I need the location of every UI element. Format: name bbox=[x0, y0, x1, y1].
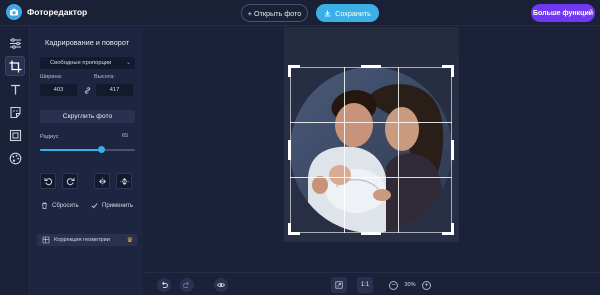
open-photo-button[interactable]: + Открыть фото bbox=[241, 4, 308, 22]
crown-icon: ♛ bbox=[126, 237, 133, 244]
tool-rail bbox=[0, 27, 30, 295]
width-label: Ширина: bbox=[40, 74, 63, 80]
rail-item-text[interactable] bbox=[5, 79, 25, 99]
rail-item-frame[interactable] bbox=[5, 125, 25, 145]
save-button[interactable]: Сохранить bbox=[316, 4, 379, 22]
camera-icon bbox=[6, 4, 22, 20]
width-input[interactable]: 403 bbox=[40, 84, 77, 96]
flip-horizontal-button[interactable] bbox=[94, 173, 110, 189]
apply-label: Применить bbox=[102, 202, 134, 209]
crop-frame bbox=[290, 67, 452, 233]
crop-handle-top[interactable] bbox=[361, 65, 381, 68]
radius-value: 65 bbox=[122, 133, 129, 139]
zoom-in-button[interactable]: + bbox=[421, 280, 431, 290]
frame-icon bbox=[9, 129, 21, 141]
crop-handle-bottom-left[interactable] bbox=[288, 223, 300, 235]
link-icon[interactable] bbox=[84, 87, 91, 96]
rotate-left-button[interactable] bbox=[40, 173, 56, 189]
crop-area[interactable] bbox=[288, 65, 454, 235]
rotate-right-icon bbox=[66, 177, 74, 185]
height-input[interactable]: 417 bbox=[96, 84, 133, 96]
editor-canvas[interactable] bbox=[144, 27, 600, 269]
apply-button[interactable]: Применить bbox=[91, 202, 133, 209]
checkmark-icon bbox=[91, 203, 98, 209]
palette-icon bbox=[9, 152, 21, 164]
zoom-out-button[interactable]: − bbox=[389, 280, 398, 290]
redo-button[interactable] bbox=[180, 278, 194, 292]
save-label: Сохранить bbox=[335, 8, 371, 18]
rail-item-adjust[interactable] bbox=[5, 33, 25, 53]
actual-size-button[interactable]: 1:1 bbox=[357, 277, 373, 293]
round-photo-button[interactable]: Скруглить фото bbox=[40, 110, 135, 123]
perspective-grid-icon bbox=[42, 236, 50, 244]
rotate-right-button[interactable] bbox=[62, 173, 78, 189]
crop-handle-top-left[interactable] bbox=[288, 65, 300, 77]
expand-icon bbox=[335, 281, 343, 289]
crop-handle-bottom-right[interactable] bbox=[442, 223, 454, 235]
geometry-correction-label: Коррекция геометрии bbox=[54, 237, 110, 243]
undo-button[interactable] bbox=[157, 278, 171, 292]
crop-handle-left[interactable] bbox=[288, 140, 291, 160]
crop-icon bbox=[9, 60, 21, 72]
geometry-correction-button[interactable]: Коррекция геометрии ♛ bbox=[37, 234, 137, 246]
text-icon bbox=[10, 84, 20, 94]
crop-handle-right[interactable] bbox=[451, 140, 454, 160]
flip-horizontal-icon bbox=[98, 177, 106, 185]
sticker-icon bbox=[9, 106, 21, 118]
flip-vertical-icon bbox=[120, 177, 128, 185]
zoom-control: − 30% + bbox=[389, 277, 431, 293]
aspect-ratio-value: Свободные пропорции bbox=[50, 60, 112, 66]
reset-label: Сбросить bbox=[52, 202, 79, 209]
rail-item-effects[interactable] bbox=[5, 148, 25, 168]
undo-icon bbox=[162, 281, 168, 288]
app-title: Фоторедактор bbox=[27, 7, 88, 17]
fit-screen-button[interactable] bbox=[331, 277, 347, 293]
rail-item-sticker[interactable] bbox=[5, 102, 25, 122]
chevron-down-icon: ⌄ bbox=[125, 60, 131, 66]
app-logo[interactable]: Фоторедактор bbox=[6, 4, 87, 20]
sliders-icon bbox=[9, 37, 21, 49]
radius-slider[interactable] bbox=[40, 146, 135, 153]
top-bar: Фоторедактор + Открыть фото Сохранить Бо… bbox=[0, 0, 600, 26]
radius-slider-handle[interactable] bbox=[98, 146, 106, 153]
zoom-level: 30% bbox=[404, 282, 416, 288]
plus-icon: + bbox=[247, 8, 252, 18]
crop-handle-top-right[interactable] bbox=[442, 65, 454, 77]
preview-button[interactable] bbox=[214, 278, 228, 292]
crop-handle-bottom[interactable] bbox=[361, 232, 381, 235]
crop-settings-panel: Кадрирование и поворот Свободные пропорц… bbox=[31, 27, 143, 295]
redo-icon bbox=[183, 281, 189, 288]
height-label: Высота: bbox=[94, 74, 115, 80]
rail-item-crop[interactable] bbox=[5, 56, 25, 76]
flip-vertical-button[interactable] bbox=[116, 173, 132, 189]
panel-title: Кадрирование и поворот bbox=[44, 38, 130, 47]
reset-button[interactable]: Сбросить bbox=[41, 202, 79, 209]
aspect-ratio-select[interactable]: Свободные пропорции ⌄ bbox=[40, 57, 135, 69]
radius-slider-fill bbox=[40, 149, 102, 151]
photo-editor-app: Фоторедактор + Открыть фото Сохранить Бо… bbox=[0, 0, 600, 295]
radius-label: Радиус bbox=[40, 134, 59, 140]
trash-icon bbox=[42, 202, 47, 209]
rotate-left-icon bbox=[44, 177, 52, 185]
more-features-button[interactable]: Больше функций bbox=[531, 4, 595, 22]
download-icon bbox=[324, 9, 331, 16]
eye-icon bbox=[217, 282, 225, 288]
open-photo-label: Открыть фото bbox=[254, 8, 302, 18]
bottom-toolbar: 1:1 − 30% + bbox=[144, 272, 600, 295]
